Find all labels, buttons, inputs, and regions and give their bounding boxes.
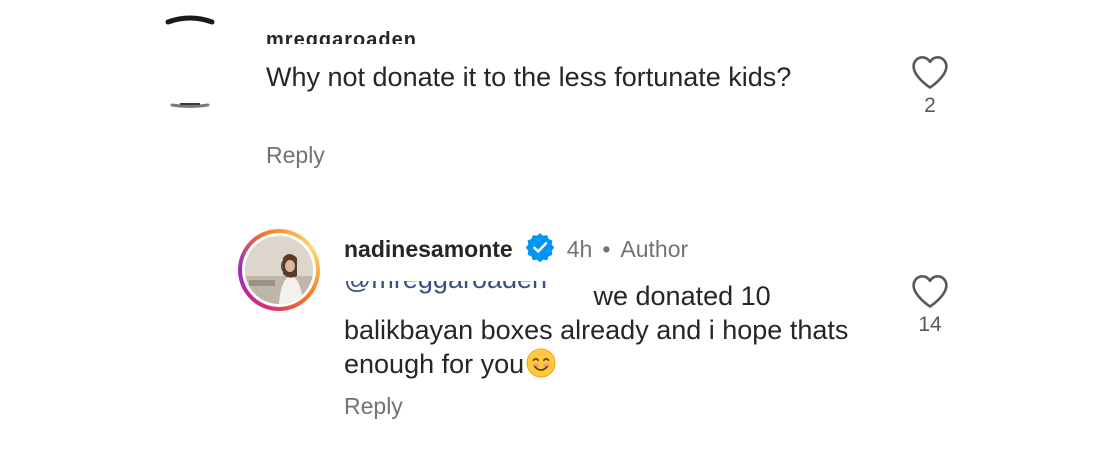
comment-text: Why not donate it to the less fortunate …: [266, 62, 792, 92]
avatar-ring-gap: [242, 233, 316, 307]
smiling-face-emoji: [524, 348, 556, 379]
comment-username[interactable]: mreggaroaden: [266, 20, 456, 44]
heart-outline-icon[interactable]: [900, 273, 960, 309]
verified-badge-icon: [513, 232, 555, 267]
avatar[interactable]: [160, 0, 220, 120]
mention-link[interactable]: @mreggaroaden: [344, 281, 586, 309]
comment-header: nadinesamonte 4h • Author: [344, 232, 689, 267]
reply-comment-item: nadinesamonte 4h • Author @mreggaroaden …: [0, 215, 1120, 455]
author-badge: Author: [620, 235, 689, 262]
like-count: 2: [924, 94, 936, 117]
mention-text: @mreggaroaden: [344, 281, 547, 296]
avatar-photo: [245, 236, 313, 304]
like-column: 14: [900, 273, 960, 337]
comment-text-block: @mreggaroaden we donated 10 balikbayan b…: [344, 279, 884, 381]
reply-button[interactable]: Reply: [266, 142, 325, 169]
avatar[interactable]: [238, 229, 320, 311]
comment-username[interactable]: nadinesamonte: [344, 236, 513, 263]
separator-dot: •: [602, 235, 611, 262]
comment-item: mreggaroaden Why not donate it to the le…: [0, 0, 1120, 190]
like-column: 2: [900, 54, 960, 118]
like-count: 14: [918, 313, 942, 336]
heart-outline-icon[interactable]: [900, 54, 960, 90]
comment-username-text: mreggaroaden: [266, 29, 417, 44]
comments-panel: { "comments": [ { "username": "mreggaroa…: [0, 0, 1120, 460]
comment-timestamp: 4h: [566, 235, 593, 262]
reply-button[interactable]: Reply: [344, 393, 403, 420]
